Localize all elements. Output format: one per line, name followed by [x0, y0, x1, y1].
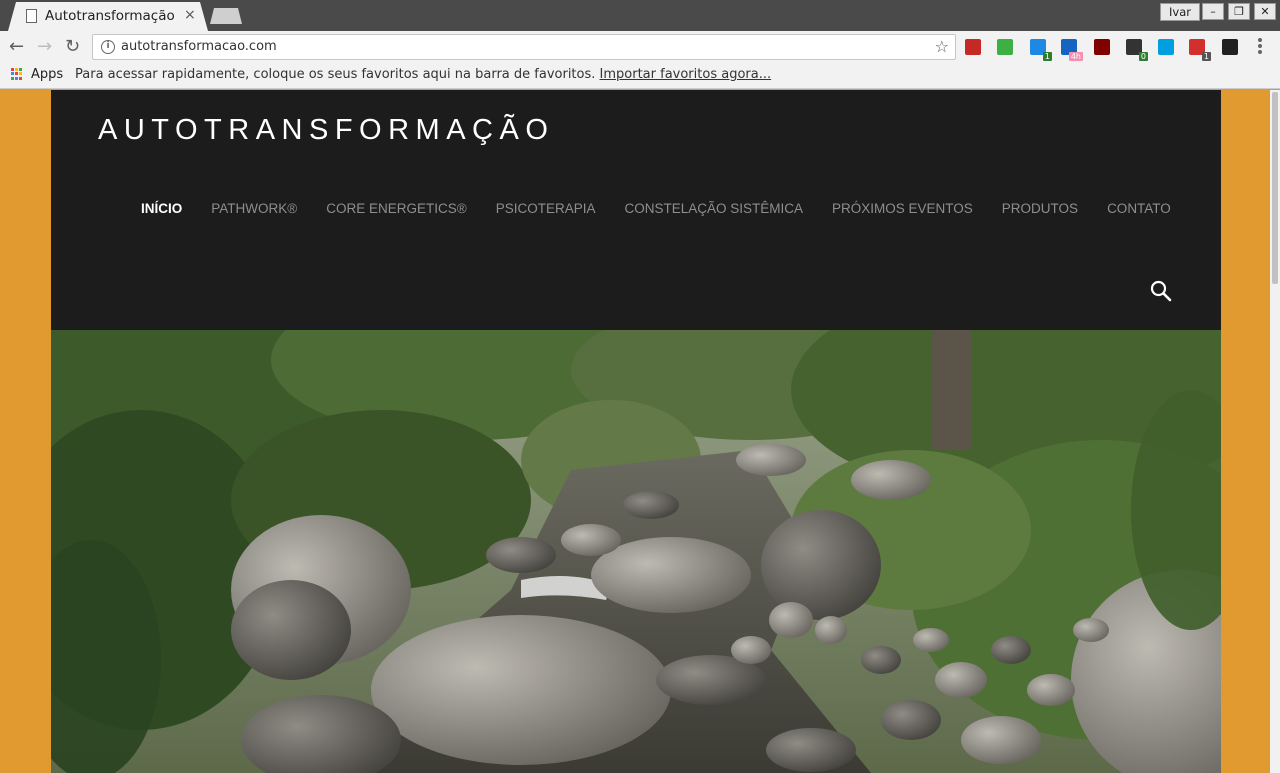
bookmarks-bar: Apps Para acessar rapidamente, coloque o…	[0, 63, 1280, 89]
share-ext-icon[interactable]	[1222, 39, 1238, 55]
restore-button[interactable]: ❐	[1228, 3, 1250, 20]
reload-icon[interactable]: ↻	[65, 36, 80, 57]
site-info-icon[interactable]: i	[101, 40, 115, 54]
url-text[interactable]: autotransformacao.com	[121, 39, 277, 54]
browser-toolbar: ← → ↻ i autotransformacao.com ☆ 1 4h 0 1	[0, 31, 1280, 63]
import-bookmarks-link[interactable]: Importar favoritos agora...	[600, 67, 772, 82]
bookmarks-hint: Para acessar rapidamente, coloque os seu…	[75, 67, 771, 82]
site-title[interactable]: AUTOTRANSFORMAÇÃO	[98, 114, 554, 147]
page-scrollbar[interactable]	[1270, 90, 1280, 773]
nav-item-7[interactable]: CONTATO	[1107, 201, 1171, 216]
translate-ext-icon[interactable]: 1	[1030, 39, 1052, 61]
apps-grid-icon[interactable]	[11, 68, 23, 80]
main-navigation: INÍCIO PATHWORK® CORE ENERGETICS® PSICOTERA…	[141, 201, 1200, 216]
bookmark-ext-icon[interactable]	[965, 39, 981, 55]
apps-shortcut[interactable]: Apps	[31, 67, 63, 82]
tab-strip: Autotransformação × Ivar – ❐ ✕	[0, 0, 1280, 31]
nav-item-1[interactable]: PATHWORK®	[211, 201, 297, 216]
bookmark-star-icon[interactable]: ☆	[935, 37, 949, 56]
extension-badge: 1	[1201, 52, 1211, 61]
nav-item-6[interactable]: PRODUTOS	[1002, 201, 1078, 216]
browser-tab[interactable]: Autotransformação ×	[8, 2, 208, 31]
close-window-button[interactable]: ✕	[1254, 3, 1276, 20]
new-tab-button[interactable]	[210, 8, 242, 24]
ublock-ext-icon[interactable]	[1094, 39, 1110, 55]
messages-ext-icon[interactable]: 1	[1189, 39, 1211, 61]
site-container: AUTOTRANSFORMAÇÃO INÍCIO PATHWORK® CORE EN…	[51, 90, 1221, 773]
nav-item-3[interactable]: PSICOTERAPIA	[496, 201, 596, 216]
extension-badge: 4h	[1068, 52, 1083, 61]
nav-item-2[interactable]: CORE ENERGETICS®	[326, 201, 466, 216]
evernote-ext-icon[interactable]	[997, 39, 1013, 55]
page-favicon-icon	[26, 9, 37, 23]
tab-close-icon[interactable]: ×	[184, 7, 196, 23]
skype-ext-icon[interactable]	[1158, 39, 1174, 55]
feed-ext-icon[interactable]: 0	[1126, 39, 1148, 61]
chat-ext-icon[interactable]: 4h	[1061, 39, 1083, 61]
page-scrollbar-thumb[interactable]	[1272, 92, 1278, 284]
hero-image	[51, 330, 1221, 773]
extension-badge: 0	[1138, 52, 1148, 61]
nav-item-5[interactable]: PRÓXIMOS EVENTOS	[832, 201, 973, 216]
browser-menu-icon[interactable]	[1257, 37, 1263, 57]
address-bar[interactable]: i autotransformacao.com ☆	[92, 34, 956, 60]
nav-item-4[interactable]: CONSTELAÇÃO SISTÊMICA	[624, 201, 803, 216]
tab-title: Autotransformação	[45, 8, 175, 24]
bookmarks-hint-text: Para acessar rapidamente, coloque os seu…	[75, 67, 596, 82]
forward-icon[interactable]: →	[37, 36, 52, 57]
nav-item-0[interactable]: INÍCIO	[141, 201, 182, 216]
minimize-button[interactable]: –	[1202, 3, 1224, 20]
profile-button[interactable]: Ivar	[1160, 3, 1200, 21]
extension-badge: 1	[1042, 52, 1052, 61]
back-icon[interactable]: ←	[9, 36, 24, 57]
search-icon[interactable]	[1149, 279, 1173, 303]
